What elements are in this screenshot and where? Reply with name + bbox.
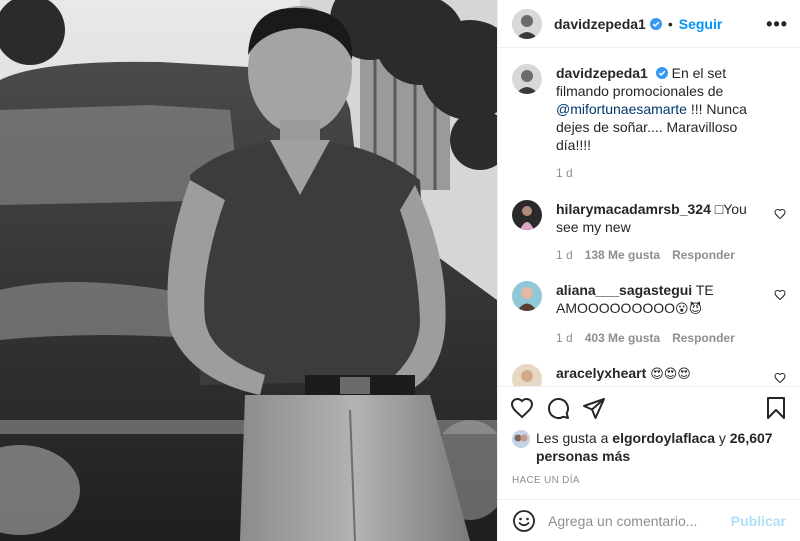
caption-avatar[interactable] [512, 64, 542, 95]
likes-text: Les gusta a elgordoylaflaca y 26,607 per… [536, 429, 786, 465]
share-icon[interactable] [582, 396, 606, 420]
likes-middle: y [714, 429, 730, 446]
comment-username[interactable]: aliana___sagastegui [556, 282, 692, 298]
post-header: davidzepeda1 • Seguir ••• [498, 0, 800, 49]
follow-button[interactable]: Seguir [679, 16, 723, 32]
instagram-post: davidzepeda1 • Seguir ••• davidzepeda1 E… [0, 0, 800, 541]
likes-summary: Les gusta a elgordoylaflaca y 26,607 per… [498, 429, 800, 475]
caption-time[interactable]: 1 d [556, 164, 573, 182]
comment-like-heart-icon[interactable] [774, 289, 786, 301]
author-avatar[interactable] [512, 8, 542, 39]
commenter-avatar[interactable] [512, 200, 542, 231]
comment-like-heart-icon[interactable] [774, 208, 786, 220]
post-side-panel: davidzepeda1 • Seguir ••• davidzepeda1 E… [497, 0, 800, 541]
comment-likes[interactable]: 138 Me gusta [585, 246, 660, 264]
commenter-avatar[interactable] [512, 364, 542, 387]
comment-meta: 1 d 138 Me gusta Responder [556, 246, 764, 264]
author-username[interactable]: davidzepeda1 [554, 16, 646, 32]
publish-button[interactable]: Publicar [731, 513, 786, 529]
comment-like-heart-icon[interactable] [774, 372, 786, 384]
verified-badge-icon [655, 67, 668, 80]
caption-meta: 1 d [556, 164, 764, 182]
bookmark-icon[interactable] [764, 396, 788, 420]
comment-username[interactable]: hilarymacadamrsb_324 [556, 201, 711, 217]
reply-button[interactable]: Responder [672, 329, 735, 347]
caption-username[interactable]: davidzepeda1 [556, 65, 648, 81]
post-timestamp[interactable]: HACE UN DÍA [498, 475, 800, 499]
comment-likes[interactable]: 403 Me gusta [585, 329, 660, 347]
more-options-icon[interactable]: ••• [766, 15, 788, 33]
liker-username[interactable]: elgordoylaflaca [612, 430, 715, 446]
post-photo[interactable] [0, 0, 497, 541]
likes-prefix: Les gusta a [536, 429, 613, 446]
caption-mention-link[interactable]: @mifortunaesamarte [556, 101, 687, 117]
comment-username[interactable]: aracelyxheart [556, 365, 646, 381]
comment-emojis: 😮😈 [675, 302, 703, 318]
post-actions [498, 386, 800, 429]
verified-badge-icon [649, 17, 662, 30]
comment-emojis: 😍😍😍 [650, 367, 691, 383]
comment-icon[interactable] [546, 396, 570, 420]
heart-icon[interactable] [510, 396, 534, 420]
add-comment-bar: Publicar [498, 499, 800, 541]
reply-button[interactable]: Responder [672, 246, 735, 264]
comment-meta: 1 d 403 Me gusta Responder [556, 329, 764, 347]
comment-item: aliana___sagastegui TE AMOOOOOOOOO😮😈 1 d… [512, 281, 786, 347]
caption: davidzepeda1 En el set filmando promocio… [512, 64, 786, 182]
comment-input[interactable] [548, 512, 731, 529]
emoji-icon[interactable] [512, 509, 536, 533]
commenter-avatar[interactable] [512, 281, 542, 312]
comments-list[interactable]: davidzepeda1 En el set filmando promocio… [498, 48, 800, 387]
header-separator: • [667, 15, 673, 32]
comment-time[interactable]: 1 d [556, 329, 573, 347]
comment-time[interactable]: 1 d [556, 246, 573, 264]
post-photo-image [0, 0, 497, 541]
comment-item: aracelyxheart 😍😍😍 [512, 364, 786, 387]
comment-item: hilarymacadamrsb_324 □You see my new 1 d… [512, 200, 786, 264]
liker-avatar[interactable] [512, 429, 530, 448]
